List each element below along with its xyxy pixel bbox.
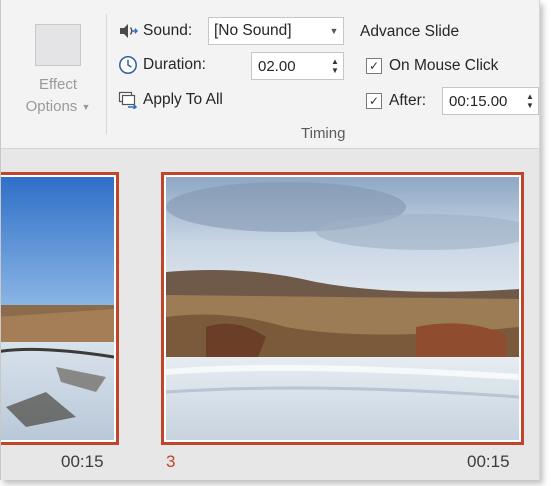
app-window: Effect Options ▼ Sound: [No Sound] ▼ Dur…: [0, 0, 540, 480]
apply-all-icon: [117, 90, 139, 110]
sound-value: [No Sound]: [214, 22, 292, 39]
slide-thumbnail-3[interactable]: [161, 172, 524, 445]
effect-options-button[interactable]: Effect Options ▼: [23, 18, 93, 118]
chevron-down-icon: ▼: [329, 26, 339, 36]
slide-3-number: 3: [166, 452, 176, 471]
slide-2-time: 00:15: [61, 452, 104, 471]
slide-image: [166, 177, 519, 440]
on-mouse-click-checkbox[interactable]: ✓ On Mouse Click: [366, 57, 498, 75]
spin-arrows-icon[interactable]: ▲ ▼: [522, 92, 538, 110]
duration-label: Duration:: [143, 56, 206, 73]
checkmark-icon: ✓: [366, 93, 382, 109]
after-time-stepper[interactable]: 00:15.00 ▲ ▼: [442, 87, 539, 115]
effect-options-icon: [35, 24, 81, 66]
timing-group-label: Timing: [301, 125, 346, 142]
after-checkbox[interactable]: ✓ After:: [366, 92, 426, 110]
sound-row: Sound:: [117, 21, 192, 41]
advance-slide-title: Advance Slide: [360, 23, 459, 41]
checkmark-icon: ✓: [366, 58, 382, 74]
dropdown-caret-icon: ▼: [81, 102, 91, 113]
slide-thumbnail-2[interactable]: [1, 172, 119, 445]
group-separator: [106, 14, 107, 134]
clock-icon: [117, 55, 139, 75]
spin-arrows-icon[interactable]: ▲ ▼: [327, 57, 343, 75]
after-label: After:: [389, 92, 427, 109]
advance-slide-label: Advance Slide: [360, 23, 460, 40]
transitions-ribbon: Effect Options ▼ Sound: [No Sound] ▼ Dur…: [1, 0, 539, 149]
duration-row: Duration:: [117, 55, 206, 75]
sound-label: Sound:: [143, 22, 193, 39]
after-time-value: 00:15.00: [449, 92, 508, 110]
duration-value: 02.00: [258, 57, 296, 75]
slide-sorter: 00:15 3 00:15: [1, 149, 539, 480]
apply-to-all-button[interactable]: Apply To All: [117, 90, 223, 110]
effect-options-label-line1: Effect: [38, 76, 78, 93]
on-mouse-click-label: On Mouse Click: [389, 57, 499, 74]
sound-dropdown[interactable]: [No Sound] ▼: [208, 17, 344, 45]
slide-3-time: 00:15: [467, 452, 510, 471]
slide-image: [1, 177, 114, 440]
effect-options-label-line2: Options ▼: [25, 98, 91, 115]
speaker-icon: [117, 21, 139, 41]
duration-stepper[interactable]: 02.00 ▲ ▼: [251, 52, 344, 80]
apply-to-all-label: Apply To All: [143, 91, 223, 108]
